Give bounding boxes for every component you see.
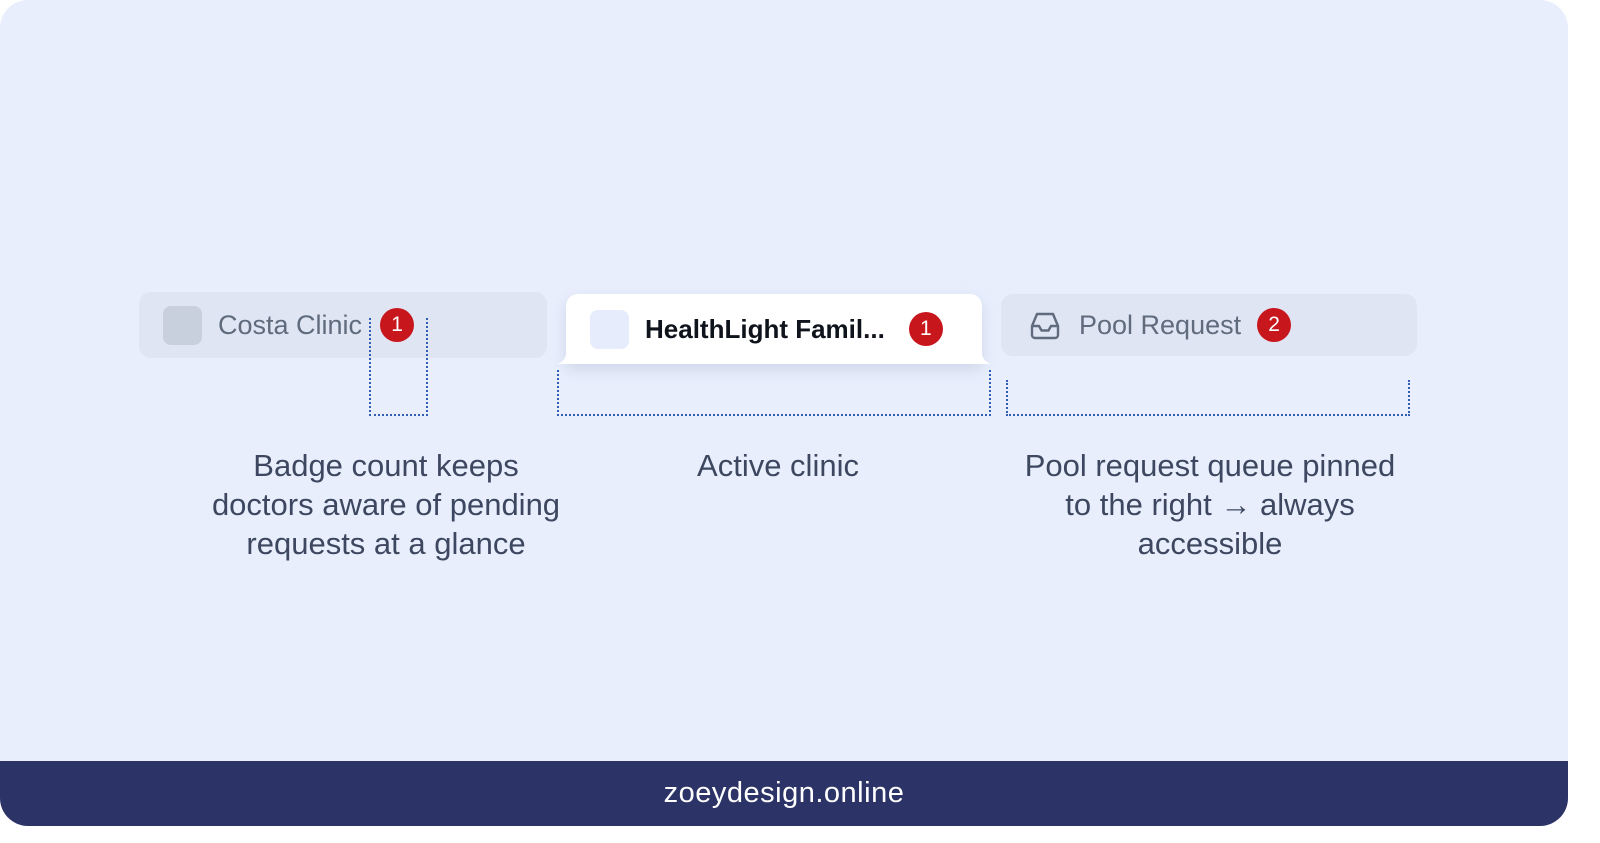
tab-label: HealthLight Famil... [645,313,885,344]
caption-line: Badge count keeps [253,448,519,483]
inbox-icon [1030,312,1060,340]
caption-line: requests at a glance [246,526,526,561]
clinic-logo [590,309,629,349]
tab-label: Pool Request [1079,309,1242,340]
annotation-bracket-active-tab [557,370,991,416]
annotation-active-clinic: Active clinic [600,446,956,485]
tab-costa-clinic[interactable]: Costa Clinic 1 [139,292,547,358]
annotation-badge-count: Badge count keeps doctors aware of pendi… [186,446,586,563]
caption-line: Active clinic [697,448,859,483]
footer-bar: zoeydesign.online [0,761,1568,826]
notification-badge: 1 [908,312,943,346]
clinic-logo [163,305,202,345]
footer-website: zoeydesign.online [663,777,905,809]
tab-label: Costa Clinic [218,309,363,340]
caption-line: doctors aware of pending [211,487,561,522]
presentation-canvas: Costa Clinic 1 HealthLight Famil... 1 Po… [0,0,1568,826]
tab-healthlight-active[interactable]: HealthLight Famil... 1 [554,294,994,364]
annotation-bracket-badge [369,318,428,416]
tab-pool-request[interactable]: Pool Request 2 [1001,294,1417,356]
annotation-bracket-pool [1006,380,1410,416]
caption-line: to the right → always [1065,487,1355,522]
notification-badge: 2 [1257,308,1292,342]
caption-line: accessible [1137,526,1283,561]
caption-line: Pool request queue pinned [1024,448,1396,483]
annotation-pool-request: Pool request queue pinned to the right →… [1000,446,1420,563]
